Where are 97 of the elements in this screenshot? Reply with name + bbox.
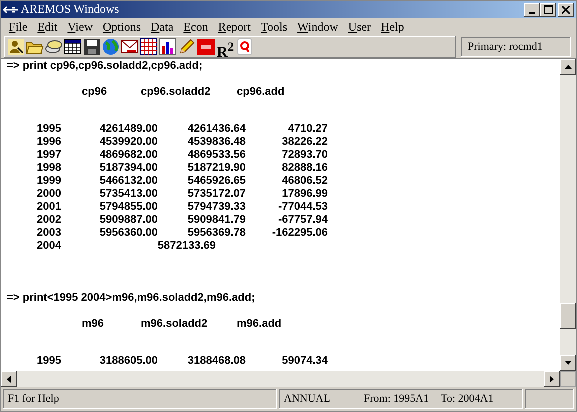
menu-item[interactable]: User xyxy=(343,20,376,34)
command-line: => print cp96,cp96.soladd2,cp96.add; xyxy=(7,60,204,73)
up-arrow-icon xyxy=(564,65,572,69)
person-icon[interactable] xyxy=(7,38,25,56)
year-cell: 2004 xyxy=(37,240,62,253)
minimize-icon xyxy=(529,12,535,14)
value-cell: -77044.53 xyxy=(278,201,328,214)
year-cell: 1998 xyxy=(37,162,62,175)
value-cell: 4710.27 xyxy=(288,123,328,136)
maximize-button[interactable] xyxy=(540,2,556,16)
value-cell: 5735172.07 xyxy=(188,188,246,201)
value-cell-text: 5872133.69 xyxy=(158,240,217,253)
grid-icon[interactable] xyxy=(64,38,82,56)
menu-item[interactable]: Options xyxy=(98,20,146,34)
column-header: cp96 xyxy=(82,86,108,99)
frequency-label: ANNUAL xyxy=(284,393,332,405)
menu-item[interactable]: View xyxy=(62,20,98,34)
left-arrow-icon xyxy=(7,376,11,382)
value-cell: 59074.34 xyxy=(282,355,328,368)
year-cell: 1995 xyxy=(37,123,62,136)
pencil-icon[interactable] xyxy=(178,38,196,56)
value-cell: 5794855.00 xyxy=(100,201,158,214)
value-cell: 72893.70 xyxy=(282,149,328,162)
value-cell: 4869682.00 xyxy=(100,149,158,162)
value-cell: 5187394.00 xyxy=(100,162,158,175)
value-cell: 5956369.78 xyxy=(188,227,246,240)
value-cell: 5909887.00 xyxy=(100,214,158,227)
app-icon xyxy=(3,4,19,14)
column-header: m96 xyxy=(82,318,104,331)
year-cell: 1996 xyxy=(37,136,62,149)
right-arrow-icon xyxy=(550,376,554,382)
to-period: To: 2004A1 xyxy=(441,393,494,405)
vertical-scrollbar[interactable] xyxy=(560,59,576,371)
close-button[interactable] xyxy=(558,2,574,16)
horizontal-scrollbar[interactable] xyxy=(1,371,576,387)
minimize-button[interactable] xyxy=(524,2,540,16)
bar-chart-icon[interactable] xyxy=(159,38,177,56)
value-cell: 5465926.65 xyxy=(188,175,246,188)
column-header: cp96.add xyxy=(237,86,285,99)
primary-database-label: Primary: rocmd1 xyxy=(461,37,571,57)
column-header: cp96.soladd2 xyxy=(141,86,211,99)
value-cell: -162295.06 xyxy=(272,227,328,240)
tag-icon[interactable] xyxy=(197,38,215,56)
value-cell: 3188605.00 xyxy=(100,355,158,368)
scroll-up-button[interactable] xyxy=(560,59,576,75)
value-cell: 4869533.56 xyxy=(188,149,246,162)
value-cell: 4539836.48 xyxy=(188,136,246,149)
window-title: AREMOS Windows xyxy=(21,2,120,17)
value-cell: 17896.99 xyxy=(282,188,328,201)
year-cell: 2003 xyxy=(37,227,62,240)
scroll-left-button[interactable] xyxy=(1,371,17,387)
column-header: m96.soladd2 xyxy=(141,318,208,331)
down-arrow-icon xyxy=(564,361,572,365)
menu-item[interactable]: Edit xyxy=(32,20,63,34)
status-panel xyxy=(525,389,574,409)
menu-item[interactable]: Report xyxy=(213,20,256,34)
value-cell: 46806.52 xyxy=(282,175,328,188)
value-cell: 82888.16 xyxy=(282,162,328,175)
year-cell: 2001 xyxy=(37,201,62,214)
menu-item[interactable]: Tools xyxy=(256,20,293,34)
scroll-right-button[interactable] xyxy=(544,371,560,387)
value-cell: -67757.94 xyxy=(278,214,328,227)
value-cell: 5956360.00 xyxy=(100,227,158,240)
year-cell: 1997 xyxy=(37,149,62,162)
year-cell: 2000 xyxy=(37,188,62,201)
table-icon[interactable] xyxy=(140,38,158,56)
help-text: F1 for Help xyxy=(8,393,60,405)
value-cell: 4539920.00 xyxy=(100,136,158,149)
menu-item[interactable]: Data xyxy=(146,20,179,34)
year-cell: 1995 xyxy=(37,355,62,368)
value-cell: 5794739.33 xyxy=(188,201,246,214)
command-line: => print<1995 2004>m96,m96.soladd2,m96.add; xyxy=(7,292,256,305)
scroll-thumb[interactable] xyxy=(560,303,576,329)
r-squared-button[interactable]: R$^{2}$ xyxy=(216,38,236,56)
menu-item[interactable]: Window xyxy=(292,20,344,34)
value-cell: 4261489.00 xyxy=(100,123,158,136)
value-cell: 5466132.00 xyxy=(100,175,158,188)
from-period: From: 1995A1 xyxy=(364,393,430,405)
value-cell: 3188468.08 xyxy=(188,355,246,368)
menu-item[interactable]: Help xyxy=(376,20,410,34)
envelope-icon[interactable] xyxy=(121,38,139,56)
close-icon xyxy=(562,6,570,14)
size-grip[interactable] xyxy=(560,371,576,387)
value-cell: 5909841.79 xyxy=(188,214,246,227)
quit-icon[interactable] xyxy=(236,38,254,56)
value-cell: 4261436.64 xyxy=(188,123,246,136)
maximize-icon xyxy=(544,5,552,14)
scroll-down-button[interactable] xyxy=(560,355,576,371)
year-cell: 2002 xyxy=(37,214,62,227)
value-cell: 5735413.00 xyxy=(100,188,158,201)
year-cell: 1999 xyxy=(37,175,62,188)
value-cell: 38226.22 xyxy=(282,136,328,149)
column-header: m96.add xyxy=(237,318,282,331)
menu-item[interactable]: File xyxy=(4,20,33,34)
disks-icon[interactable] xyxy=(45,38,63,56)
value-cell: 5187219.90 xyxy=(188,162,246,175)
menu-item[interactable]: Econ xyxy=(178,20,214,34)
